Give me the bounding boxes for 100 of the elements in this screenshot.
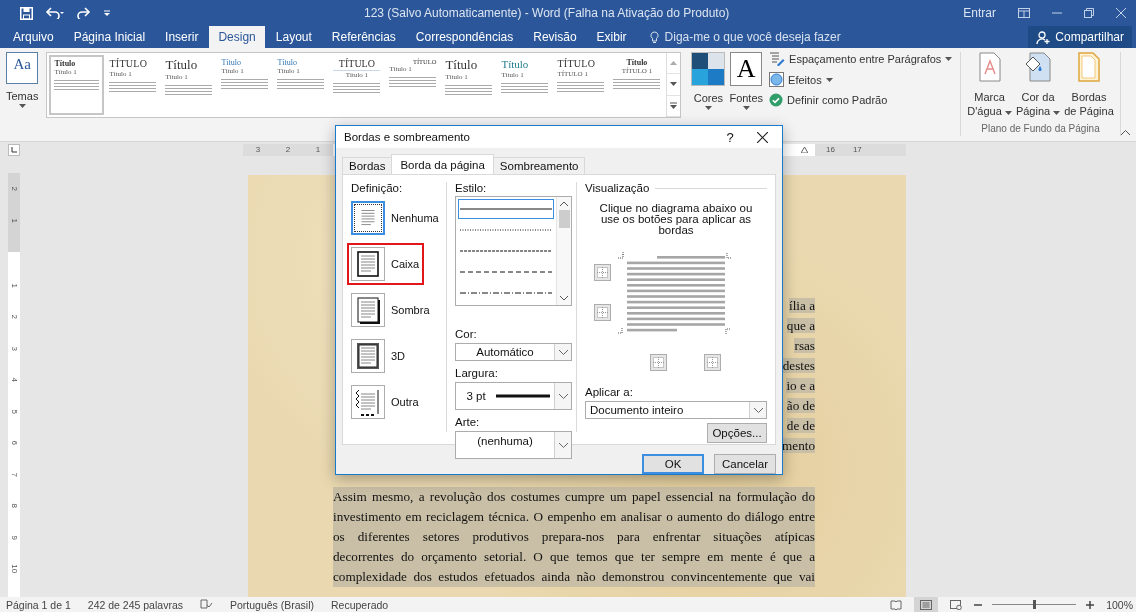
tab-stop-icon <box>11 146 17 153</box>
scroll-thumb[interactable] <box>558 210 570 228</box>
setting-option-button[interactable] <box>351 201 385 235</box>
close-icon[interactable] <box>756 131 768 143</box>
text-fragment: ão de <box>786 398 815 413</box>
ribbon-tab[interactable]: Inserir <box>156 26 208 48</box>
tell-me-field[interactable]: Diga-me o que você deseja fazer <box>664 30 865 44</box>
ribbon-command[interactable]: Definir como Padrão <box>769 93 953 107</box>
ribbon-command[interactable]: Bordas de Página <box>1064 52 1114 119</box>
dialog-title: Bordas e sombreamento <box>344 131 471 143</box>
line-style-option[interactable] <box>458 199 554 219</box>
setting-option-label[interactable]: Sombra <box>391 304 430 316</box>
ruler-number: 1 <box>8 218 20 223</box>
ok-button[interactable]: OK <box>642 454 704 474</box>
ruler-number: 9 <box>8 535 20 540</box>
collapse-ribbon-icon[interactable] <box>1121 130 1130 135</box>
undo-icon[interactable] <box>45 7 65 19</box>
border-toggle-button[interactable] <box>594 264 611 281</box>
restore-icon[interactable] <box>1084 8 1094 18</box>
setting-option-button[interactable] <box>351 293 385 327</box>
person-add-icon <box>1036 30 1051 44</box>
book-icon <box>890 599 903 610</box>
themes-button[interactable]: Aa Temas <box>4 52 41 108</box>
border-grid-icon <box>597 267 608 278</box>
language-indicator[interactable]: Português (Brasil) <box>229 598 314 611</box>
caret-up-icon[interactable] <box>560 201 568 206</box>
line-style-list[interactable] <box>455 196 572 306</box>
setting-option-label[interactable]: Caixa <box>391 258 420 270</box>
text-fragment: destes <box>782 358 815 373</box>
watermark-icon <box>976 52 1003 82</box>
apply-to-dropdown[interactable]: Documento inteiro <box>585 401 767 419</box>
page-count: Página 1 de 1 <box>6 598 71 611</box>
ruler-number: 8 <box>8 503 20 508</box>
art-dropdown[interactable]: (nenhuma) <box>455 431 572 459</box>
colors-button[interactable]: Cores <box>689 52 728 110</box>
ribbon-tab[interactable]: Arquivo <box>4 26 63 48</box>
ruler-number: 3 <box>255 145 261 154</box>
caret-icon <box>825 77 833 82</box>
slider-thumb[interactable] <box>1033 600 1037 609</box>
setting-option-button[interactable] <box>351 247 385 281</box>
style-label: Estilo: <box>455 182 488 194</box>
color-dropdown[interactable]: Automático <box>455 343 572 361</box>
setting-option-label[interactable]: Nenhuma <box>391 212 439 224</box>
help-button[interactable]: ? <box>718 129 742 145</box>
highlight-frame[interactable]: Caixa <box>347 243 425 285</box>
setting-option[interactable]: Sombra <box>347 289 435 331</box>
art-label: Arte: <box>455 416 481 428</box>
setting-option-button[interactable] <box>351 385 385 419</box>
print-view-button[interactable] <box>914 597 939 612</box>
ribbon-command[interactable]: Marca D'água <box>967 52 1012 119</box>
ribbon-display-options-icon[interactable] <box>1018 8 1030 18</box>
setting-label: Definição: <box>351 182 404 194</box>
line-sample-icon <box>460 228 552 232</box>
text-lines-drawing <box>54 78 100 93</box>
proofing-icon[interactable] <box>199 599 213 610</box>
ribbon-tab[interactable]: Referências <box>322 26 405 48</box>
border-toggle-button[interactable] <box>594 304 611 321</box>
dialog-tab[interactable]: Sombreamento <box>492 157 586 174</box>
share-button[interactable]: Compartilhar <box>1028 26 1132 48</box>
ribbon-command[interactable]: Efeitos <box>769 72 953 87</box>
ribbon-tab[interactable]: Layout <box>266 26 321 48</box>
setting-option[interactable]: Outra <box>347 381 424 423</box>
caret-icon <box>753 407 763 413</box>
ribbon-command[interactable]: Espaçamento entre Parágrafos <box>769 52 953 66</box>
ribbon-command[interactable]: Cor da Página <box>1015 52 1061 119</box>
setting-option[interactable]: Nenhuma <box>347 197 439 239</box>
width-dropdown[interactable]: 3 pt <box>455 382 572 410</box>
text-fragment: ília a <box>789 298 815 313</box>
sign-in-link[interactable]: Entrar <box>963 6 996 20</box>
fonts-icon: A <box>730 52 763 86</box>
caret-icon <box>1053 111 1061 116</box>
dialog-tab[interactable]: Bordas <box>342 157 393 174</box>
ribbon-tab[interactable]: Correspondências <box>406 26 523 48</box>
right-indent-marker-icon[interactable] <box>801 146 808 153</box>
setting-option-button[interactable] <box>351 339 385 373</box>
setting-option-label[interactable]: 3D <box>391 350 406 362</box>
customize-toolbar-icon[interactable] <box>103 9 111 17</box>
border-toggle-button[interactable] <box>650 354 667 371</box>
options-button[interactable]: Opções... <box>707 423 767 443</box>
border-toggle-button[interactable] <box>704 354 721 371</box>
ruler-number: 1 <box>315 145 321 154</box>
zoom-in-icon[interactable] <box>1086 600 1095 609</box>
tab-stop-selector[interactable] <box>8 143 20 156</box>
save-icon[interactable] <box>20 6 33 20</box>
redo-icon[interactable] <box>77 7 91 19</box>
ribbon-tab[interactable]: Exibir <box>587 26 636 48</box>
dialog-tab[interactable]: Borda da página <box>391 154 494 174</box>
cancel-button[interactable]: Cancelar <box>714 454 776 474</box>
ruler-number: 17 <box>852 145 862 154</box>
page-icon <box>920 599 933 610</box>
ribbon-tab[interactable]: Revisão <box>524 26 586 48</box>
ribbon-tab[interactable]: Design <box>209 26 265 48</box>
setting-option-label[interactable]: Outra <box>391 396 419 408</box>
border-grid-icon <box>707 357 718 368</box>
caret-up-icon <box>670 61 678 66</box>
caret-icon <box>1004 111 1012 116</box>
setting-option[interactable]: 3D <box>347 335 421 377</box>
ribbon-tab[interactable]: Página Inicial <box>64 26 155 48</box>
fonts-button[interactable]: A Fontes <box>727 52 766 110</box>
caret-down-icon[interactable] <box>560 296 568 301</box>
